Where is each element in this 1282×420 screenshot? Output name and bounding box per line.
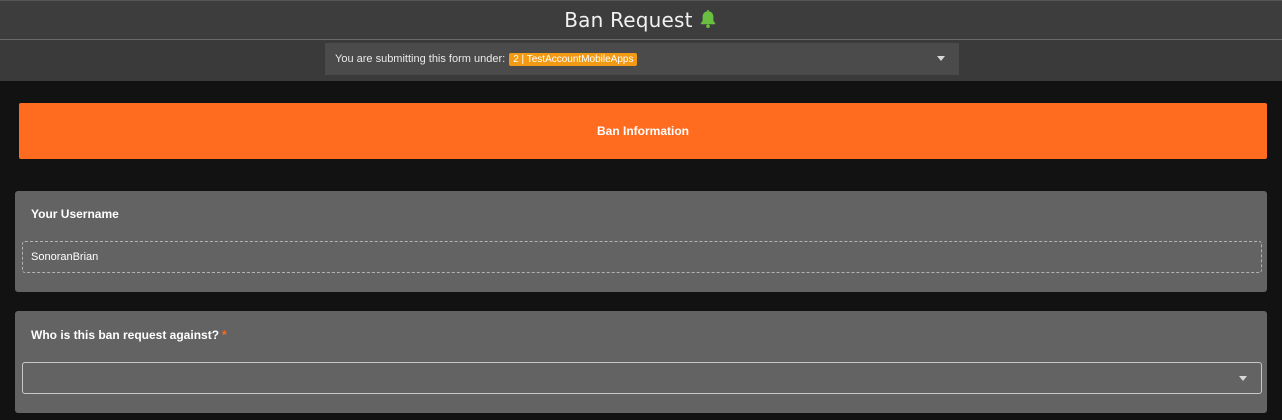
section-header-ban-information: Ban Information: [19, 103, 1267, 159]
ban-target-label: Who is this ban request against? *: [31, 328, 227, 342]
account-selector-label: You are submitting this form under:: [335, 53, 506, 65]
ban-target-field-card: Who is this ban request against? *: [15, 311, 1267, 413]
chevron-down-icon: [937, 56, 945, 61]
username-input[interactable]: [22, 241, 1262, 273]
username-label: Your Username: [31, 207, 119, 221]
section-title: Ban Information: [597, 124, 689, 138]
account-selector[interactable]: You are submitting this form under: 2 | …: [325, 43, 959, 75]
ban-target-label-text: Who is this ban request against?: [31, 328, 220, 342]
title-bar: Ban Request: [0, 0, 1282, 40]
account-badge: 2 | TestAccountMobileApps: [509, 52, 638, 66]
ban-target-select[interactable]: [22, 362, 1262, 394]
bell-icon[interactable]: [698, 9, 718, 29]
account-strip: You are submitting this form under: 2 | …: [0, 40, 1282, 81]
page-title: Ban Request: [564, 8, 693, 32]
username-field-card: Your Username: [15, 191, 1267, 292]
required-marker: *: [222, 328, 227, 342]
chevron-down-icon: [1239, 376, 1247, 381]
